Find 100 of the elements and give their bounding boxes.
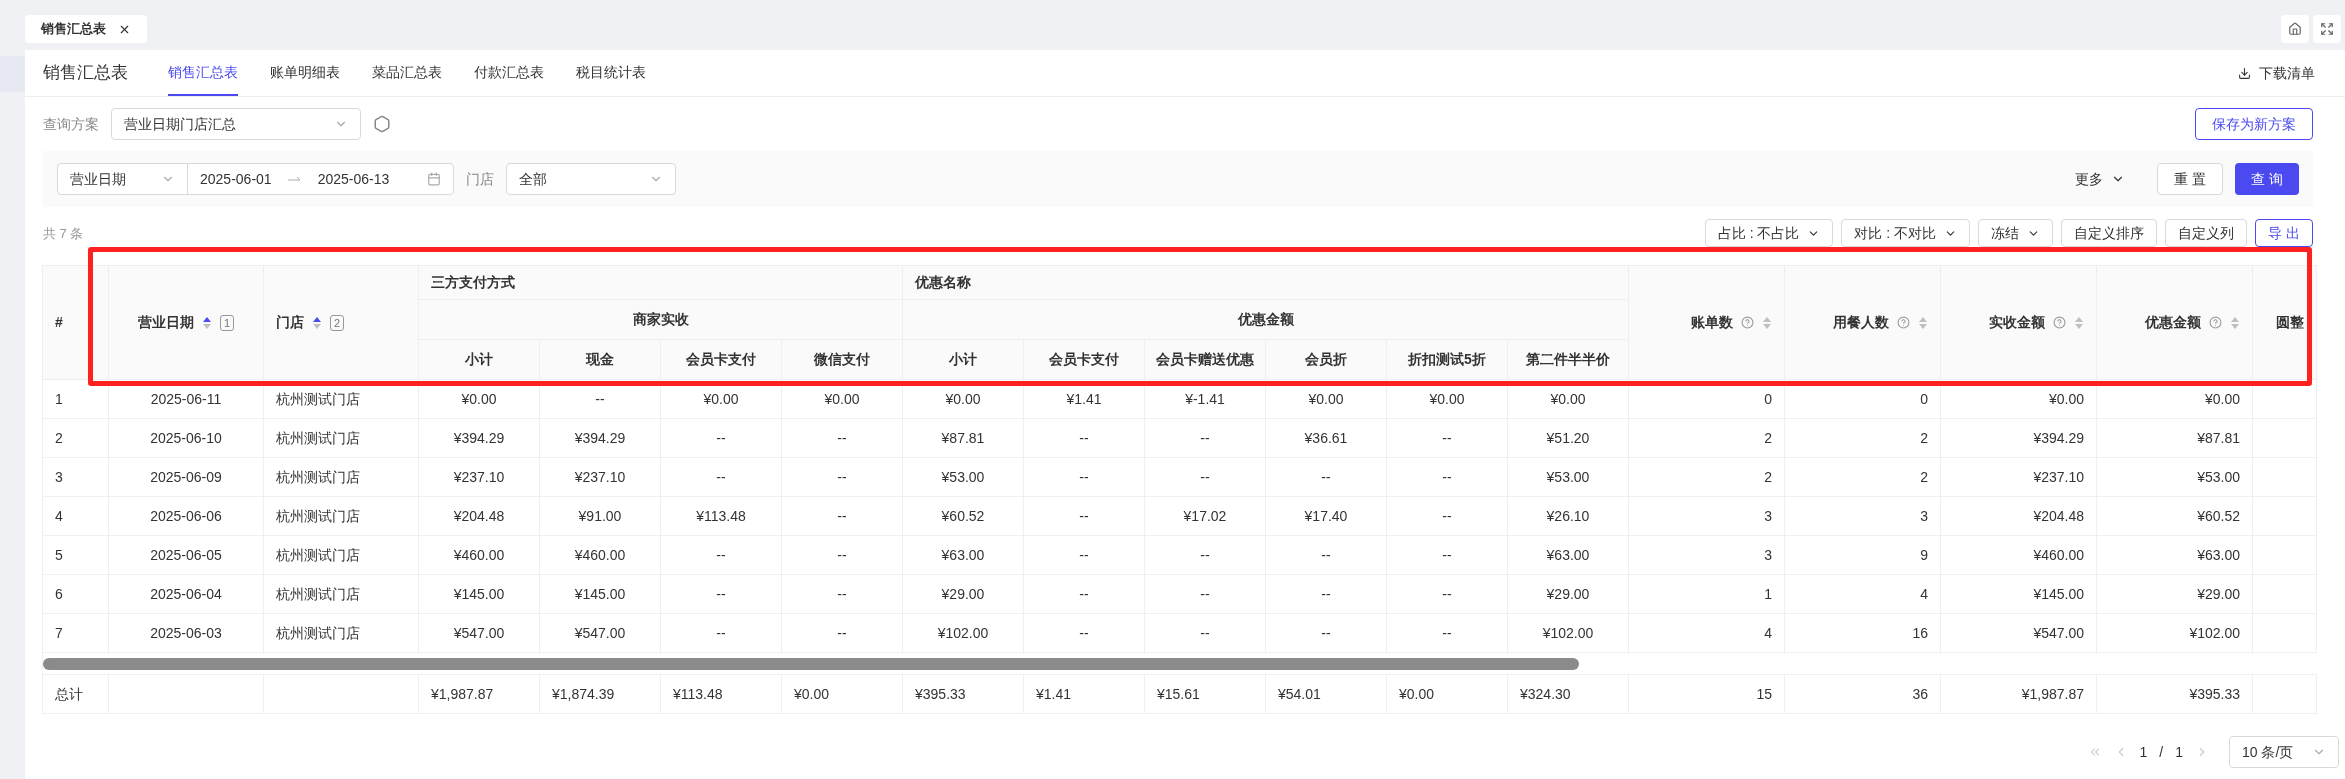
toolbar-button[interactable]: 自定义排序: [2061, 219, 2158, 247]
page-separator: /: [2159, 742, 2164, 762]
scheme-select[interactable]: 营业日期门店汇总: [111, 108, 361, 140]
nav-tab[interactable]: 账单明细表: [270, 50, 340, 96]
toolbar-button[interactable]: 自定义列: [2165, 219, 2248, 247]
column-header: 现金: [539, 339, 661, 380]
table-cell: ¥1,987.87: [418, 674, 540, 714]
group-header: 优惠名称: [902, 265, 1629, 300]
table-cell: --: [1386, 613, 1508, 653]
end-date: 2025-06-13: [317, 169, 390, 189]
table-cell: --: [1023, 574, 1145, 614]
table-cell: ¥460.00: [539, 535, 661, 575]
table-cell: 2025-06-04: [108, 574, 264, 614]
table-cell: ¥63.00: [902, 535, 1024, 575]
sort-icon[interactable]: [312, 315, 322, 330]
page-size-select[interactable]: 10 条/页: [2229, 736, 2339, 768]
sort-order-badge: 1: [219, 314, 235, 331]
table-cell: 3: [42, 457, 109, 497]
table-cell: ¥36.61: [1265, 418, 1387, 458]
more-button[interactable]: 更多: [2075, 168, 2126, 190]
table-cell: --: [1144, 574, 1266, 614]
table-cell: --: [1386, 496, 1508, 536]
save-scheme-button[interactable]: 保存为新方案: [2195, 108, 2313, 140]
calendar-icon[interactable]: [427, 172, 441, 186]
table-cell: ¥26.10: [1507, 496, 1629, 536]
table-cell: ¥17.02: [1144, 496, 1266, 536]
sort-order-badge: 2: [330, 314, 345, 331]
table-cell: ¥15.61: [1144, 674, 1266, 714]
toolbar-button[interactable]: 对比 : 不对比: [1841, 219, 1971, 247]
table-cell: --: [1023, 418, 1145, 458]
settings-icon[interactable]: [373, 115, 391, 133]
reset-button[interactable]: 重 置: [2157, 163, 2224, 195]
window-tab[interactable]: 销售汇总表: [25, 15, 147, 43]
table-cell: --: [1144, 613, 1266, 653]
table-cell: ¥237.10: [418, 457, 540, 497]
nav-tab[interactable]: 税目统计表: [576, 50, 646, 96]
table-cell: ¥145.00: [418, 574, 540, 614]
store-label: 门店: [466, 169, 494, 189]
table-cell: --: [1265, 574, 1387, 614]
table-cell: ¥102.00: [902, 613, 1024, 653]
table-cell: 4: [1628, 613, 1785, 653]
table-cell: --: [1265, 535, 1387, 575]
header-label: 用餐人数: [1833, 313, 1889, 332]
table-cell: ¥145.00: [539, 574, 661, 614]
store-select[interactable]: 全部: [506, 163, 676, 195]
table-cell: ¥87.81: [2096, 418, 2253, 458]
table-cell: 4: [1784, 574, 1941, 614]
table-cell: 2: [1784, 418, 1941, 458]
table-cell: ¥54.01: [1265, 674, 1387, 714]
table-cell: ¥395.33: [2096, 674, 2253, 714]
table-cell: ¥17.40: [1265, 496, 1387, 536]
column-header: 会员卡支付: [660, 339, 782, 380]
help-icon[interactable]: [1741, 316, 1754, 329]
fullscreen-button[interactable]: [2313, 15, 2341, 43]
table-cell: 2025-06-09: [108, 457, 264, 497]
table-cell: ¥102.00: [2096, 613, 2253, 653]
help-icon[interactable]: [1897, 316, 1910, 329]
horizontal-scrollbar[interactable]: [43, 657, 1579, 670]
date-type-value: 营业日期: [70, 169, 126, 189]
table-cell: --: [660, 418, 782, 458]
toolbar-button[interactable]: 冻结: [1978, 219, 2054, 247]
table-cell: --: [781, 496, 903, 536]
table-cell: ¥547.00: [418, 613, 540, 653]
table-cell: 1: [1628, 574, 1785, 614]
expand-icon: [2320, 22, 2334, 36]
table-cell: 2: [1784, 457, 1941, 497]
nav-tab[interactable]: 菜品汇总表: [372, 50, 442, 96]
date-range-field[interactable]: 营业日期 2025-06-01 2025-06-13: [57, 163, 454, 195]
table-cell: --: [781, 457, 903, 497]
page-title: 销售汇总表: [43, 62, 128, 85]
table-cell: 4: [42, 496, 109, 536]
home-button[interactable]: [2281, 15, 2309, 43]
search-button[interactable]: 查 询: [2235, 163, 2299, 195]
nav-tab[interactable]: 销售汇总表: [168, 50, 238, 96]
table-cell: ¥0.00: [1386, 674, 1508, 714]
table-cell: 3: [1628, 496, 1785, 536]
download-list-button[interactable]: 下载清单: [2238, 62, 2315, 84]
table-cell: 1: [42, 379, 109, 419]
table-cell: 2025-06-10: [108, 418, 264, 458]
table-cell: ¥145.00: [1940, 574, 2097, 614]
help-icon[interactable]: [2053, 316, 2066, 329]
table-cell: ¥547.00: [539, 613, 661, 653]
toolbar-button[interactable]: 导 出: [2255, 219, 2313, 247]
table-cell: ¥60.52: [2096, 496, 2253, 536]
table-cell: ¥547.00: [1940, 613, 2097, 653]
nav-tab[interactable]: 付款汇总表: [474, 50, 544, 96]
sort-icon[interactable]: [201, 315, 212, 330]
table-cell: ¥1.41: [1023, 674, 1145, 714]
table-cell: ¥51.20: [1507, 418, 1629, 458]
table-cell: ¥29.00: [1507, 574, 1629, 614]
table-cell: ¥87.81: [902, 418, 1024, 458]
table-cell: --: [660, 535, 782, 575]
table-cell: ¥237.10: [539, 457, 661, 497]
table-cell: ¥460.00: [1940, 535, 2097, 575]
table-cell: --: [1023, 457, 1145, 497]
table-cell: ¥1,874.39: [539, 674, 661, 714]
toolbar-button[interactable]: 占比 : 不占比: [1704, 219, 1834, 247]
table-cell: ¥63.00: [1507, 535, 1629, 575]
help-icon[interactable]: [2209, 316, 2222, 329]
arrow-icon: [287, 175, 302, 183]
